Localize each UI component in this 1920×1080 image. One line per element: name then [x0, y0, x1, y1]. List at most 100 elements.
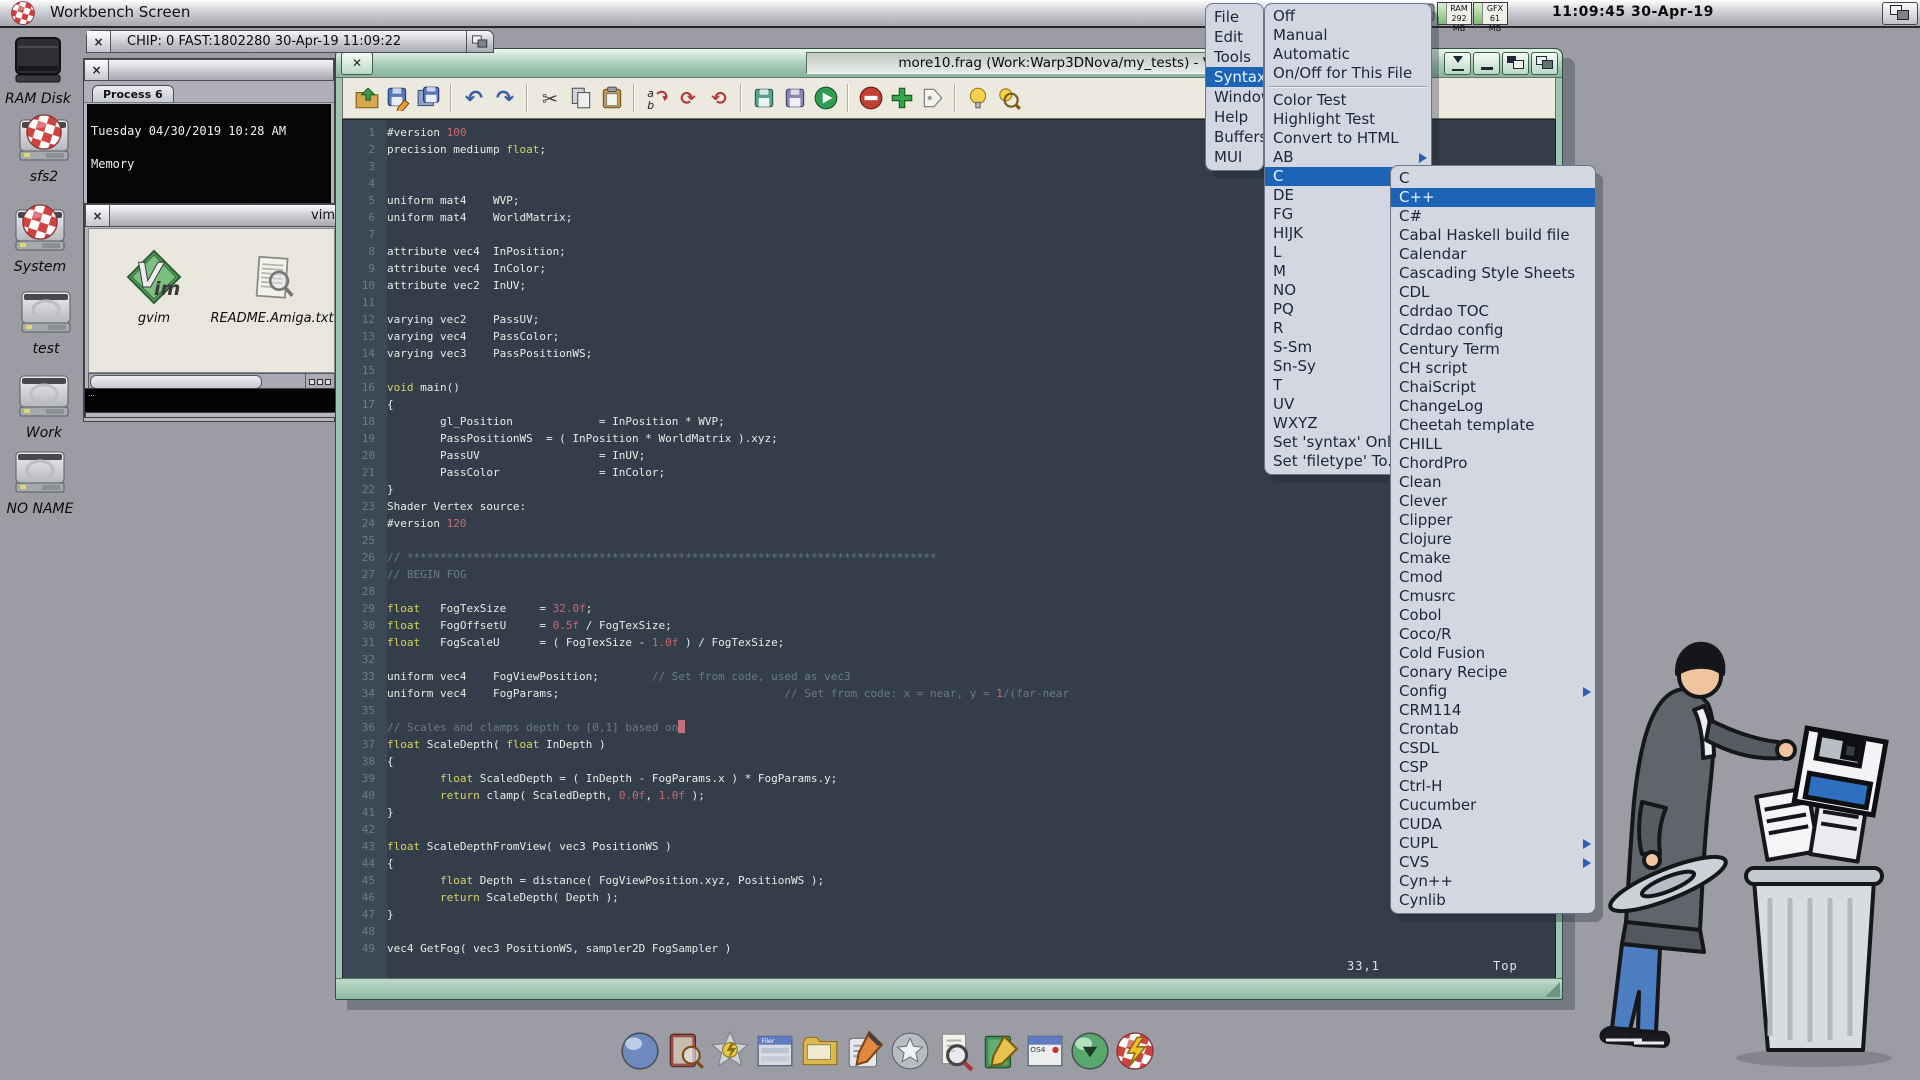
- menu-item-automatic[interactable]: Automatic: [1265, 45, 1431, 64]
- menu-item-clojure[interactable]: Clojure: [1391, 530, 1595, 549]
- desktop-icon-work[interactable]: Work: [8, 368, 80, 441]
- menu-item-c[interactable]: C++: [1391, 188, 1595, 207]
- toolbar-replace-icon[interactable]: ab: [641, 83, 672, 114]
- close-icon[interactable]: ×: [85, 60, 109, 80]
- toolbar-save-session-icon[interactable]: [779, 83, 810, 114]
- menu-item-cvs[interactable]: CVS: [1391, 853, 1595, 872]
- dock-find-files-icon[interactable]: [933, 1026, 977, 1076]
- toolbar-copy-icon[interactable]: [565, 83, 596, 114]
- menu-item-help[interactable]: Help: [1206, 107, 1263, 127]
- menu-item-manual[interactable]: Manual: [1265, 26, 1431, 45]
- iconify-icon[interactable]: [1444, 52, 1471, 75]
- menu-item-calendar[interactable]: Calendar: [1391, 245, 1595, 264]
- chip-console-titlebar[interactable]: × CHIP: 0 FAST:1802280 30-Apr-19 11:09:2…: [86, 30, 494, 53]
- minimize-icon[interactable]: [1473, 52, 1500, 75]
- toolbar-load-session-icon[interactable]: [748, 83, 779, 114]
- depth-icon[interactable]: [466, 31, 493, 52]
- zoom-icon[interactable]: [1502, 52, 1529, 75]
- menu-item-csdl[interactable]: CSDL: [1391, 739, 1595, 758]
- scrollbar-thumb[interactable]: [90, 375, 262, 389]
- toolbar-undo-icon[interactable]: ↶: [458, 83, 489, 114]
- menu-item-cupl[interactable]: CUPL: [1391, 834, 1595, 853]
- menu-item-window[interactable]: Window: [1206, 87, 1263, 107]
- dock-software-updater-icon[interactable]: [1068, 1026, 1112, 1076]
- menu-item-cynlib[interactable]: Cynlib: [1391, 891, 1595, 910]
- menu-item-c[interactable]: C#: [1391, 207, 1595, 226]
- desktop-icon-system[interactable]: System: [4, 202, 76, 275]
- menu-item-cascading-style-sheets[interactable]: Cascading Style Sheets: [1391, 264, 1595, 283]
- menu-item-color-test[interactable]: Color Test: [1265, 91, 1431, 110]
- file-icon-gvim[interactable]: V im gvim: [119, 249, 189, 326]
- menu-item-changelog[interactable]: ChangeLog: [1391, 397, 1595, 416]
- dock-shell-icon[interactable]: OS4: [1023, 1026, 1067, 1076]
- menu-item-csp[interactable]: CSP: [1391, 758, 1595, 777]
- menu-item-chaiscript[interactable]: ChaiScript: [1391, 378, 1595, 397]
- close-icon[interactable]: ×: [87, 31, 111, 52]
- desktop-icon-test[interactable]: test: [10, 284, 82, 357]
- menu-item-cdl[interactable]: CDL: [1391, 283, 1595, 302]
- menu-item-ch-script[interactable]: CH script: [1391, 359, 1595, 378]
- depth-icon[interactable]: [1531, 52, 1558, 75]
- toolbar-run-script-icon[interactable]: [810, 83, 841, 114]
- menu-item-syntax[interactable]: Syntax: [1206, 67, 1263, 87]
- menu-item-cyn[interactable]: Cyn++: [1391, 872, 1595, 891]
- toolbar-find-help-icon[interactable]: [993, 83, 1024, 114]
- menu-item-mui[interactable]: MUI: [1206, 147, 1263, 167]
- desktop-icon-ram-disk[interactable]: RAM Disk: [2, 34, 74, 107]
- resize-grip[interactable]: [1545, 982, 1560, 997]
- menu-item-on-off-for-this-file[interactable]: On/Off for This File: [1265, 64, 1431, 83]
- close-icon[interactable]: ×: [86, 205, 110, 226]
- desktop-icon-sfs2[interactable]: sfs2: [8, 112, 80, 185]
- menu-item-cucumber[interactable]: Cucumber: [1391, 796, 1595, 815]
- menu-item-c[interactable]: C: [1391, 169, 1595, 188]
- dock-warpview-icon[interactable]: [708, 1026, 752, 1076]
- screen-depth-gadget[interactable]: [1882, 2, 1918, 25]
- menu-item-ctrl-h[interactable]: Ctrl-H: [1391, 777, 1595, 796]
- menu-item-century-term[interactable]: Century Term: [1391, 340, 1595, 359]
- menu-item-cold-fusion[interactable]: Cold Fusion: [1391, 644, 1595, 663]
- menu-item-cdrdao-toc[interactable]: Cdrdao TOC: [1391, 302, 1595, 321]
- dock-multiview-icon[interactable]: [663, 1026, 707, 1076]
- toolbar-build-tags-icon[interactable]: [886, 83, 917, 114]
- toolbar-help-icon[interactable]: [962, 83, 993, 114]
- toolbar-find-next-icon[interactable]: ⟳: [672, 83, 703, 114]
- toolbar-paste-icon[interactable]: [596, 83, 627, 114]
- shell-window-strip[interactable]: ...: [84, 388, 337, 414]
- menu-item-clipper[interactable]: Clipper: [1391, 511, 1595, 530]
- menu-item-edit[interactable]: Edit: [1206, 27, 1263, 47]
- menu-item-convert-to-html[interactable]: Convert to HTML: [1265, 129, 1431, 148]
- menu-item-clean[interactable]: Clean: [1391, 473, 1595, 492]
- file-icon-readme[interactable]: README.Amiga.txt: [207, 253, 337, 326]
- menu-item-cobol[interactable]: Cobol: [1391, 606, 1595, 625]
- toolbar-open-icon[interactable]: [351, 83, 382, 114]
- toolbar-redo-icon[interactable]: ↷: [489, 83, 520, 114]
- close-icon[interactable]: ✕: [341, 52, 373, 75]
- menu-item-crm114[interactable]: CRM114: [1391, 701, 1595, 720]
- toolbar-find-prev-icon[interactable]: ⟲: [703, 83, 734, 114]
- menu-item-file[interactable]: File: [1206, 7, 1263, 27]
- drawer-titlebar[interactable]: × vim: [85, 204, 338, 227]
- dock-boing-bolt-icon[interactable]: [1113, 1026, 1157, 1076]
- toolbar-cut-icon[interactable]: ✂: [534, 83, 565, 114]
- menu-item-chordpro[interactable]: ChordPro: [1391, 454, 1595, 473]
- menu-item-cdrdao-config[interactable]: Cdrdao config: [1391, 321, 1595, 340]
- toolbar-jump-tag-icon[interactable]: [917, 83, 948, 114]
- menu-item-crontab[interactable]: Crontab: [1391, 720, 1595, 739]
- menu-item-cuda[interactable]: CUDA: [1391, 815, 1595, 834]
- menu-item-cmake[interactable]: Cmake: [1391, 549, 1595, 568]
- menu-item-cmusrc[interactable]: Cmusrc: [1391, 587, 1595, 606]
- menu-item-cheetah-template[interactable]: Cheetah template: [1391, 416, 1595, 435]
- dock-notepad-icon[interactable]: [843, 1026, 887, 1076]
- dock-text-editor-icon[interactable]: [978, 1026, 1022, 1076]
- menu-item-coco-r[interactable]: Coco/R: [1391, 625, 1595, 644]
- menu-item-chill[interactable]: CHILL: [1391, 435, 1595, 454]
- dock-amistore-icon[interactable]: [888, 1026, 932, 1076]
- menu-item-clever[interactable]: Clever: [1391, 492, 1595, 511]
- desktop-icon-no-name[interactable]: NO NAME: [4, 444, 76, 517]
- tab-process-6[interactable]: Process 6: [92, 85, 174, 102]
- menu-item-buffers[interactable]: Buffers: [1206, 127, 1263, 147]
- menu-item-config[interactable]: Config: [1391, 682, 1595, 701]
- toolbar-save-all-icon[interactable]: [413, 83, 444, 114]
- toolbar-make-icon[interactable]: [855, 83, 886, 114]
- menu-item-conary-recipe[interactable]: Conary Recipe: [1391, 663, 1595, 682]
